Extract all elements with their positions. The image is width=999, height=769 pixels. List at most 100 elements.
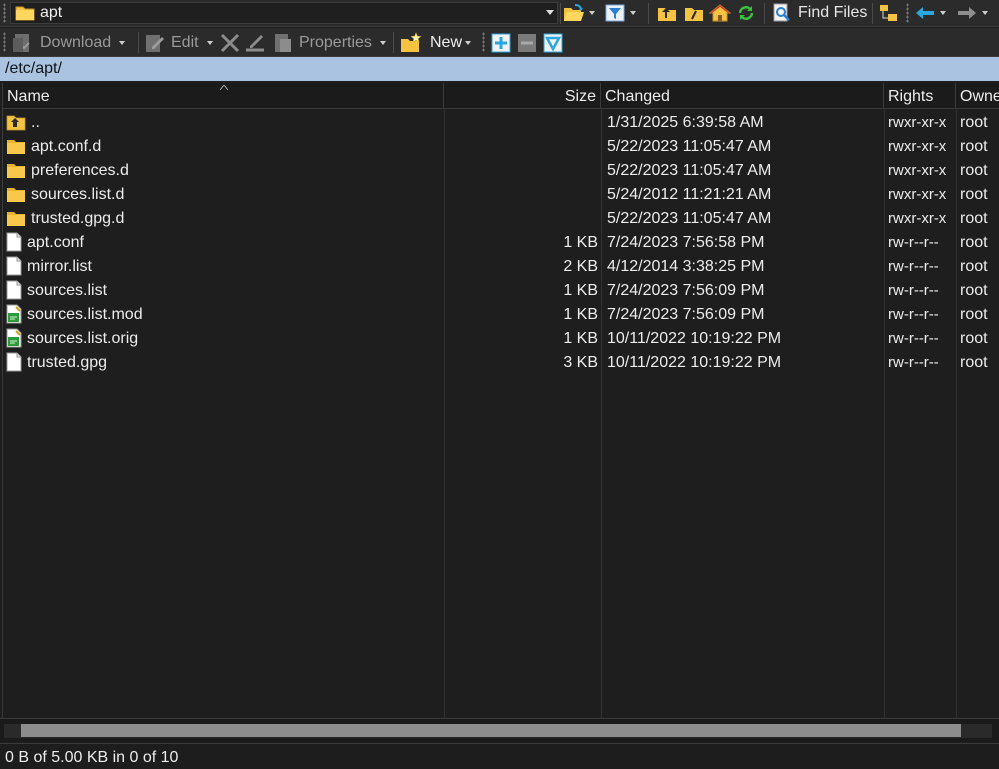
file-row[interactable]: sources.list.mod 1 KB 7/24/2023 7:56:09 PM… bbox=[3, 302, 999, 326]
file-changed: 5/24/2012 11:21:21 AM bbox=[607, 186, 772, 203]
file-name: trusted.gpg.d bbox=[31, 209, 125, 227]
minus-icon bbox=[517, 33, 537, 53]
folder-icon bbox=[6, 137, 26, 155]
file-row[interactable]: mirror.list 2 KB 4/12/2014 3:38:25 PM rw-r-… bbox=[3, 254, 999, 278]
file-row[interactable]: preferences.d 5/22/2023 11:05:47 AM rwxr-x… bbox=[3, 158, 999, 182]
tree-view-button[interactable] bbox=[878, 2, 900, 24]
file-row[interactable]: trusted.gpg 3 KB 10/11/2022 10:19:22 PM rw-… bbox=[3, 350, 999, 374]
path-combo[interactable]: apt bbox=[10, 2, 558, 24]
chevron-down-icon[interactable] bbox=[982, 11, 988, 15]
file-size: 2 KB bbox=[563, 258, 598, 275]
home-directory-button[interactable] bbox=[709, 2, 731, 24]
file-changed: 5/22/2023 11:05:47 AM bbox=[607, 138, 772, 155]
chevron-down-icon[interactable] bbox=[119, 41, 126, 45]
file-icon bbox=[6, 232, 22, 252]
file-size: 1 KB bbox=[563, 282, 598, 299]
tree-icon bbox=[878, 3, 900, 23]
edit-button[interactable]: Edit bbox=[144, 31, 213, 55]
horizontal-scrollbar[interactable] bbox=[0, 718, 999, 742]
toolbar-grip[interactable] bbox=[3, 32, 6, 52]
file-rights: rwxr-xr-x bbox=[888, 210, 947, 227]
file-icon bbox=[6, 280, 22, 300]
arrow-left-icon bbox=[914, 3, 936, 23]
file-row[interactable]: sources.list.orig 1 KB 10/11/2022 10:19:22… bbox=[3, 326, 999, 350]
chevron-down-icon[interactable] bbox=[630, 11, 636, 15]
chevron-down-icon[interactable] bbox=[465, 41, 472, 45]
file-changed: 5/22/2023 11:05:47 AM bbox=[607, 162, 772, 179]
select-files-button[interactable] bbox=[491, 31, 511, 55]
file-list[interactable]: Name Size Changed Rights Owne .. 1/31/202… bbox=[2, 83, 999, 718]
forward-button[interactable] bbox=[956, 2, 988, 24]
file-name: sources.list bbox=[27, 281, 108, 299]
column-changed-header[interactable]: Changed bbox=[601, 83, 884, 109]
file-name-cell: apt.conf bbox=[6, 230, 444, 254]
scrollbar-thumb[interactable] bbox=[21, 724, 961, 737]
file-owner: root bbox=[960, 162, 988, 179]
download-icon bbox=[11, 32, 35, 54]
chevron-down-icon[interactable] bbox=[940, 11, 946, 15]
column-owner-label: Owne bbox=[960, 88, 999, 105]
chevron-down-icon[interactable] bbox=[206, 41, 213, 45]
invert-selection-button[interactable] bbox=[543, 31, 563, 55]
new-button[interactable]: New bbox=[399, 31, 472, 55]
chevron-down-icon[interactable] bbox=[589, 11, 595, 15]
top-toolbar: apt Find Files bbox=[0, 0, 999, 27]
file-changed: 1/31/2025 6:39:58 AM bbox=[607, 114, 764, 131]
file-name: apt.conf.d bbox=[31, 137, 102, 155]
toolbar-grip[interactable] bbox=[3, 3, 6, 23]
file-name: sources.list.orig bbox=[27, 329, 139, 347]
column-rights-header[interactable]: Rights bbox=[884, 83, 956, 109]
download-label: Download bbox=[40, 34, 112, 51]
home-icon bbox=[709, 3, 731, 23]
chevron-down-icon[interactable] bbox=[546, 10, 554, 15]
parent-directory-button[interactable] bbox=[656, 2, 678, 24]
rename-icon bbox=[244, 32, 266, 54]
file-name: trusted.gpg bbox=[27, 353, 108, 371]
root-directory-button[interactable] bbox=[683, 2, 705, 24]
edit-icon bbox=[144, 32, 166, 54]
file-name-cell: sources.list bbox=[6, 278, 444, 302]
file-size bbox=[445, 158, 598, 182]
find-files-button[interactable]: Find Files bbox=[771, 2, 867, 24]
new-folder-icon bbox=[399, 32, 423, 54]
column-size-header[interactable]: Size bbox=[444, 83, 601, 109]
file-name-cell: apt.conf.d bbox=[6, 134, 444, 158]
properties-label: Properties bbox=[299, 34, 372, 51]
chevron-down-icon[interactable] bbox=[379, 41, 386, 45]
unselect-files-button[interactable] bbox=[517, 31, 537, 55]
file-owner: root bbox=[960, 354, 988, 371]
file-name-cell: sources.list.mod bbox=[6, 302, 444, 326]
filter-button[interactable] bbox=[604, 2, 636, 24]
refresh-button[interactable] bbox=[735, 2, 757, 24]
column-rights-label: Rights bbox=[888, 88, 934, 105]
file-row[interactable]: .. 1/31/2025 6:39:58 AM rwxr-xr-x root bbox=[3, 110, 999, 134]
invert-selection-icon bbox=[543, 33, 563, 53]
parent-folder-icon bbox=[6, 113, 26, 131]
file-row[interactable]: sources.list 1 KB 7/24/2023 7:56:09 PM rw-r… bbox=[3, 278, 999, 302]
file-row[interactable]: apt.conf 1 KB 7/24/2023 7:56:58 PM rw-r--r-… bbox=[3, 230, 999, 254]
file-row[interactable]: trusted.gpg.d 5/22/2023 11:05:47 AM rwxr-x… bbox=[3, 206, 999, 230]
arrow-right-icon bbox=[956, 3, 978, 23]
toolbar-grip[interactable] bbox=[906, 3, 909, 23]
file-rights: rw-r--r-- bbox=[888, 282, 939, 299]
column-owner-header[interactable]: Owne bbox=[956, 83, 999, 109]
properties-icon bbox=[272, 32, 294, 54]
file-row[interactable]: apt.conf.d 5/22/2023 11:05:47 AM rwxr-xr-x… bbox=[3, 134, 999, 158]
rename-button[interactable] bbox=[244, 31, 266, 55]
file-changed: 7/24/2023 7:56:09 PM bbox=[607, 306, 765, 323]
file-owner: root bbox=[960, 186, 988, 203]
folder-icon bbox=[6, 209, 26, 227]
toolbar-grip[interactable] bbox=[482, 32, 485, 52]
file-owner: root bbox=[960, 210, 988, 227]
download-button[interactable]: Download bbox=[11, 31, 126, 55]
properties-button[interactable]: Properties bbox=[272, 31, 386, 55]
back-button[interactable] bbox=[914, 2, 946, 24]
file-owner: root bbox=[960, 234, 988, 251]
file-row[interactable]: sources.list.d 5/24/2012 11:21:21 AM rwxr-… bbox=[3, 182, 999, 206]
find-files-icon bbox=[771, 3, 793, 23]
delete-button[interactable] bbox=[219, 31, 241, 55]
file-rights: rw-r--r-- bbox=[888, 258, 939, 275]
file-changed: 4/12/2014 3:38:25 PM bbox=[607, 258, 765, 275]
file-name-cell: mirror.list bbox=[6, 254, 444, 278]
open-directory-button[interactable] bbox=[563, 2, 595, 24]
